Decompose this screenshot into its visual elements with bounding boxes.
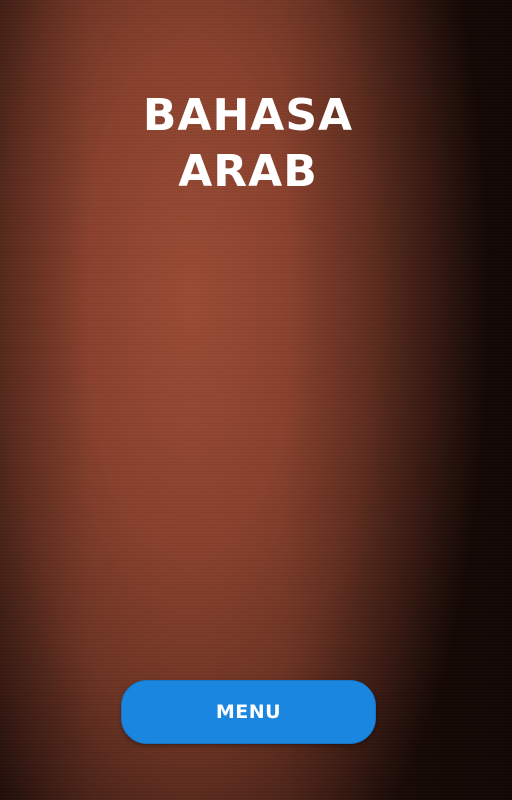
menu-button[interactable]: MENU bbox=[121, 680, 376, 744]
app-title-line-1: BAHASA bbox=[142, 90, 354, 141]
app-title-line-2: ARAB bbox=[178, 146, 318, 197]
splash-screen: BAHASA ARAB MENU bbox=[0, 0, 512, 800]
menu-button-label: MENU bbox=[215, 701, 282, 723]
app-title: BAHASA ARAB bbox=[0, 88, 496, 200]
